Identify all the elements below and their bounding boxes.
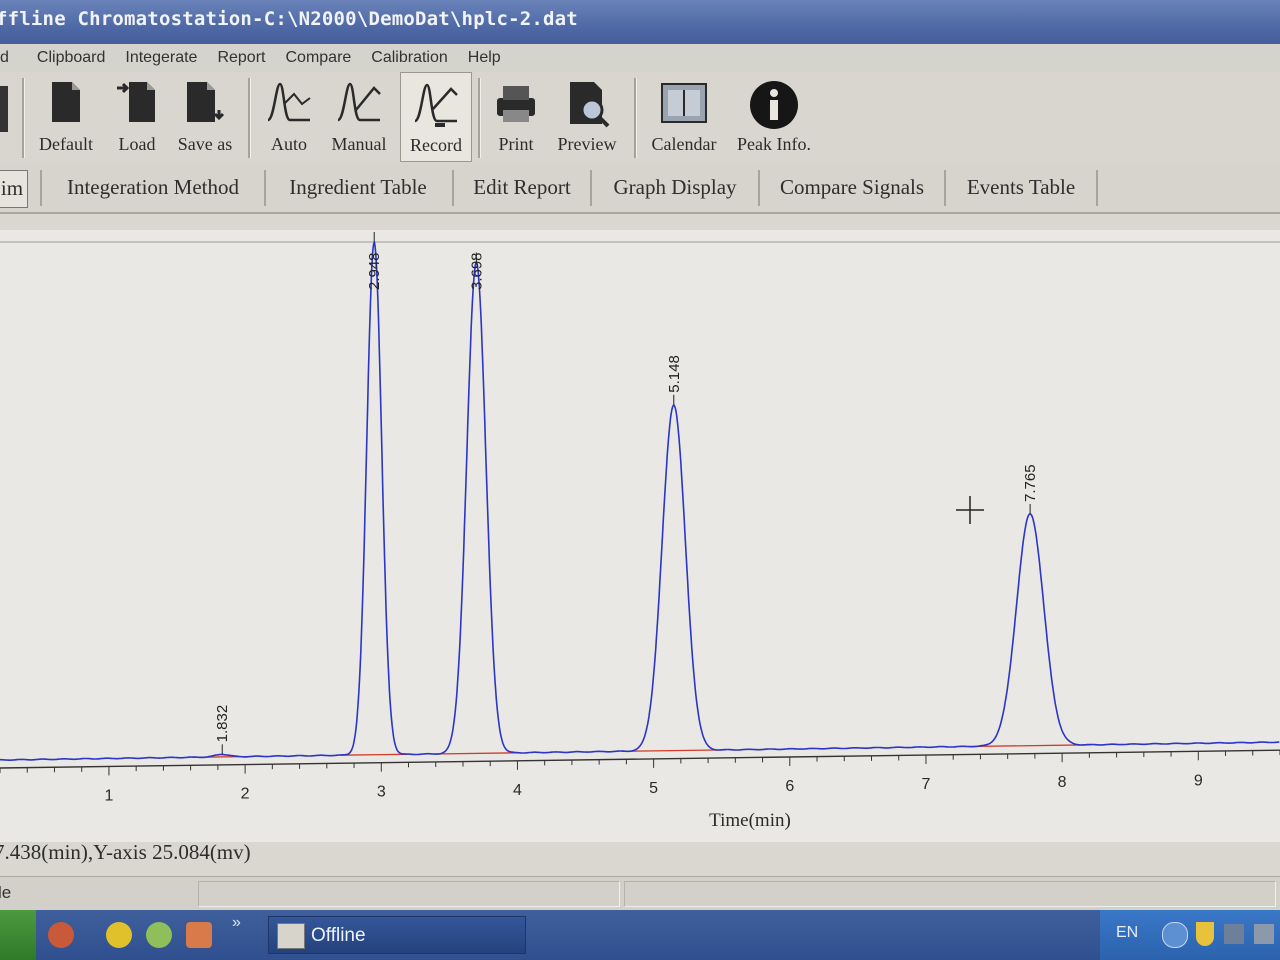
manual-integrate-icon — [334, 80, 384, 129]
preview-button[interactable]: Preview — [552, 72, 622, 162]
chevron-icon[interactable]: » — [232, 914, 241, 932]
menu-item-integerate[interactable]: Integerate — [115, 49, 207, 67]
menu-item-help[interactable]: Help — [458, 49, 511, 67]
peak-info-button[interactable]: Peak Info. — [732, 72, 816, 162]
peak-labels: 1.832 2.948 3.698 5.148 7.765 — [214, 232, 1039, 755]
menu-item-file[interactable]: d — [0, 49, 27, 67]
x-tick-label: 6 — [785, 778, 794, 795]
back-arrow-icon[interactable] — [1162, 922, 1188, 948]
minus-icon[interactable] — [146, 922, 172, 948]
chromatostation-icon — [277, 923, 305, 949]
window-title: ffline Chromatostation-C:\N2000\DemoDat\… — [0, 8, 578, 30]
language-indicator[interactable]: EN — [1116, 924, 1138, 942]
save-as-button[interactable]: Save as — [172, 72, 238, 162]
x-axis: 1 2 3 4 5 6 7 8 9 — [0, 749, 1280, 804]
tab-graph-display[interactable]: Graph Display — [592, 170, 760, 206]
manual-button[interactable]: Manual — [326, 72, 392, 162]
load-button[interactable]: Load — [110, 72, 164, 162]
load-document-icon — [115, 80, 159, 129]
x-tick-label: 1 — [104, 787, 113, 804]
tab-events-table[interactable]: Events Table — [946, 170, 1098, 206]
start-button[interactable] — [0, 910, 36, 960]
peak-label: 5.148 — [666, 355, 683, 393]
peak-label: 2.948 — [366, 252, 383, 290]
menu-bar: d Clipboard Integerate Report Compare Ca… — [0, 44, 1280, 72]
crosshair-cursor — [956, 496, 984, 524]
x-tick-label: 8 — [1058, 774, 1067, 791]
default-button[interactable]: Default — [32, 72, 100, 162]
system-tray: EN — [1100, 910, 1280, 960]
print-preview-icon — [564, 80, 610, 133]
add-icon[interactable] — [106, 922, 132, 948]
status-panel — [198, 881, 620, 907]
x-tick-label: 3 — [377, 784, 386, 801]
x-axis-label: Time(min) — [709, 810, 791, 831]
shield-icon[interactable] — [1196, 922, 1214, 946]
x-tick-label: 5 — [649, 780, 658, 797]
app-icon[interactable] — [186, 922, 212, 948]
menu-item-report[interactable]: Report — [207, 49, 275, 67]
toolbar: Default Load Save as Auto Manual Record — [0, 72, 1280, 165]
signal-trace — [0, 241, 1280, 761]
x-tick-label: 2 — [241, 786, 250, 803]
tab-chromatogram[interactable]: im — [0, 170, 28, 208]
peak-label: 1.832 — [214, 705, 231, 743]
taskbar-task-offline[interactable]: Offline — [268, 916, 526, 954]
printer-icon — [493, 80, 539, 131]
auto-button[interactable]: Auto — [258, 72, 320, 162]
tab-integration-method[interactable]: Integeration Method — [40, 170, 266, 206]
tray-icon[interactable] — [1254, 924, 1274, 944]
peak-label: 3.698 — [468, 252, 485, 290]
chromatogram-plot: 1 2 3 4 5 6 7 8 9 1.832 2.948 3.698 5.148 7.765 Time… — [0, 232, 1280, 831]
tray-icon[interactable] — [1224, 924, 1244, 944]
x-tick-label: 9 — [1194, 772, 1203, 789]
menu-item-clipboard[interactable]: Clipboard — [27, 49, 115, 67]
menu-item-compare[interactable]: Compare — [275, 49, 361, 67]
chromatogram-chart[interactable]: 1 2 3 4 5 6 7 8 9 1.832 2.948 3.698 5.148 7.765 Time… — [0, 230, 1280, 842]
document-icon — [48, 80, 84, 129]
print-button[interactable]: Print — [488, 72, 544, 162]
cursor-coordinates: 7.438(min),Y-axis 25.084(mv) — [0, 840, 251, 864]
info-icon — [749, 80, 799, 135]
status-bar: le — [0, 876, 1280, 911]
x-tick-label: 7 — [922, 776, 931, 793]
calendar-icon — [660, 80, 708, 131]
tab-edit-report[interactable]: Edit Report — [454, 170, 592, 206]
tab-ingredient-table[interactable]: Ingredient Table — [264, 170, 454, 206]
partial-toolbar-icon — [0, 86, 8, 132]
record-integrate-icon — [411, 81, 461, 134]
calendar-button[interactable]: Calendar — [644, 72, 724, 162]
x-axis-line — [0, 749, 1280, 769]
title-bar: ffline Chromatostation-C:\N2000\DemoDat\… — [0, 0, 1280, 44]
tab-bar: im Integeration Method Ingredient Table … — [0, 164, 1280, 214]
quicklaunch-icon[interactable] — [48, 922, 74, 948]
menu-item-calibration[interactable]: Calibration — [361, 49, 457, 67]
record-button[interactable]: Record — [400, 72, 472, 162]
taskbar: » Offline EN — [0, 910, 1280, 960]
auto-integrate-icon — [264, 80, 314, 129]
status-text: le — [0, 883, 12, 902]
peak-label: 7.765 — [1022, 464, 1039, 502]
status-panel — [624, 881, 1276, 907]
x-tick-label: 4 — [513, 782, 522, 799]
tab-compare-signals[interactable]: Compare Signals — [760, 170, 946, 206]
save-as-icon — [183, 80, 227, 129]
